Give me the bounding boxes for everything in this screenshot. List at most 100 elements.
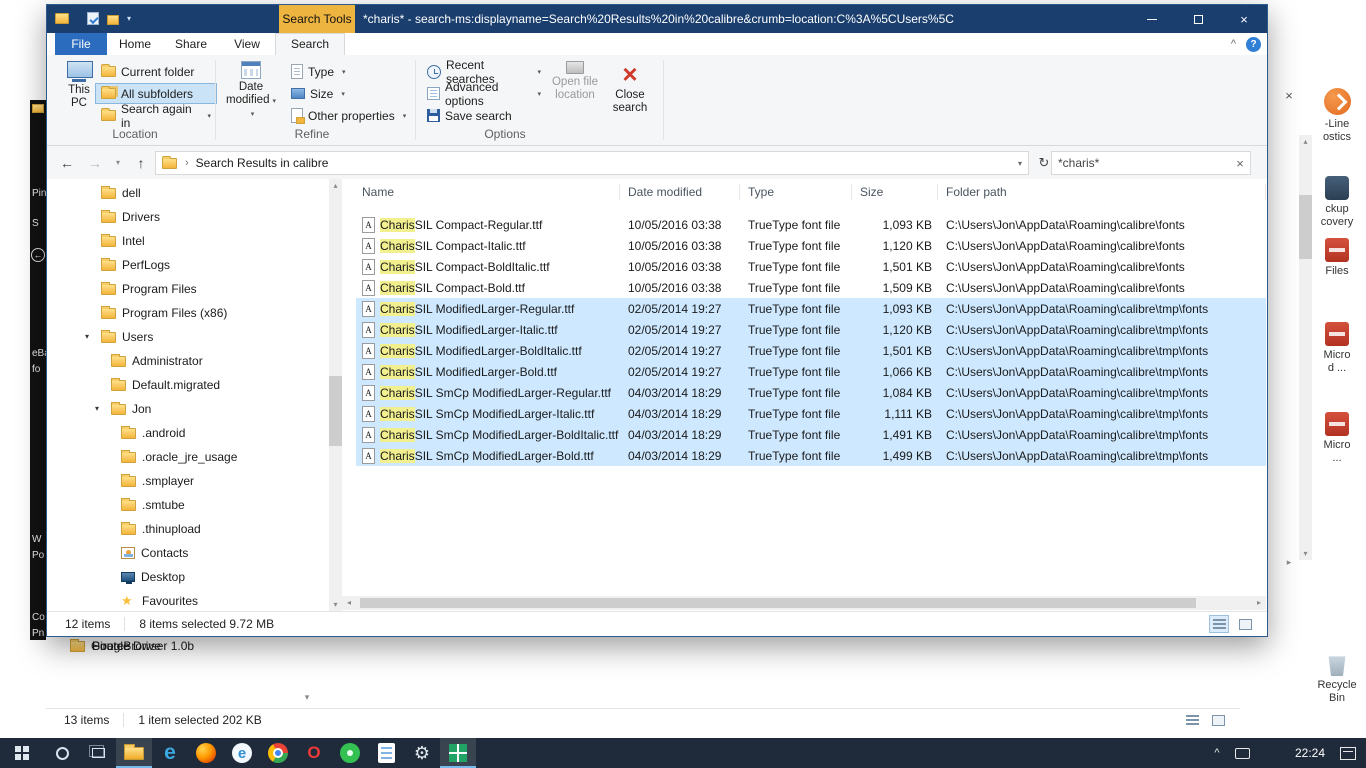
- SIL ModifiedLarger-Bold.ttf[interactable]: Charis SIL ModifiedLarger-Bold.ttf 02/05…: [356, 361, 1266, 382]
- maximize-button[interactable]: [1175, 5, 1221, 33]
- tree-item[interactable]: ▾ PerfLogs: [47, 253, 329, 277]
- taskbar-firefox[interactable]: [188, 738, 224, 768]
- back-button[interactable]: ←: [56, 152, 78, 174]
- column-header-name[interactable]: Name: [362, 184, 620, 200]
- SIL ModifiedLarger-Italic.ttf[interactable]: Charis SIL ModifiedLarger-Italic.ttf 02/…: [356, 319, 1266, 340]
- tree-item[interactable]: ▾ .thinupload: [47, 517, 329, 541]
- SIL Compact-Bold.ttf[interactable]: Charis SIL Compact-Bold.ttf 10/05/2016 0…: [356, 277, 1266, 298]
- SIL Compact-Regular.ttf[interactable]: Charis SIL Compact-Regular.ttf 10/05/201…: [356, 214, 1266, 235]
- taskbar-settings[interactable]: [404, 738, 440, 768]
- save-search-button[interactable]: Save search: [421, 105, 547, 126]
- breadcrumb-location[interactable]: Search Results in calibre: [196, 156, 329, 170]
- close-search-button[interactable]: Closesearch: [605, 58, 655, 126]
- background-window-close-button[interactable]: ×: [1280, 88, 1298, 104]
- tree-item[interactable]: ▾ Default.migrated: [47, 373, 329, 397]
- desktop-icon-eline[interactable]: -Line ostics: [1308, 88, 1366, 144]
- bg-item-source[interactable]: Source: [70, 634, 130, 658]
- scroll-down-icon[interactable]: ▾: [1299, 547, 1312, 560]
- tree-item[interactable]: ▾ Desktop: [47, 565, 329, 589]
- qat-properties-button[interactable]: [87, 12, 99, 25]
- taskbar-chrome[interactable]: [260, 738, 296, 768]
- horizontal-scrollbar[interactable]: ◂ ▸: [342, 596, 1266, 610]
- scrollbar-thumb[interactable]: [360, 598, 1196, 608]
- scroll-down-icon[interactable]: ▾: [329, 598, 342, 611]
- scroll-right-icon[interactable]: ▸: [1282, 555, 1296, 569]
- close-button[interactable]: ×: [1221, 5, 1267, 33]
- tree-item[interactable]: ▾ Favourites: [47, 589, 329, 611]
- search-input[interactable]: [1052, 156, 1230, 170]
- tree-item[interactable]: ▾ Program Files (x86): [47, 301, 329, 325]
- size-filter-button[interactable]: Size: [285, 83, 417, 104]
- start-button[interactable]: [0, 738, 44, 768]
- taskbar-file-explorer[interactable]: [116, 738, 152, 768]
- type-filter-button[interactable]: Type: [285, 61, 417, 82]
- tab-share[interactable]: Share: [163, 33, 219, 55]
- search-button[interactable]: [44, 738, 80, 768]
- desktop-icon-micro-1[interactable]: Micro d ...: [1308, 322, 1366, 375]
- column-header-folder-path[interactable]: Folder path: [946, 184, 1266, 200]
- SIL SmCp ModifiedLarger-Regular.ttf[interactable]: Charis SIL SmCp ModifiedLarger-Regular.t…: [356, 382, 1266, 403]
- tree-vertical-scrollbar[interactable]: ▴ ▾: [329, 179, 342, 611]
- taskbar-green-app[interactable]: [332, 738, 368, 768]
- current-folder-button[interactable]: Current folder: [95, 61, 217, 82]
- taskbar-clock[interactable]: 22:24: [1288, 746, 1332, 760]
- tab-file[interactable]: File: [55, 33, 107, 55]
- SIL ModifiedLarger-BoldItalic.ttf[interactable]: Charis SIL ModifiedLarger-BoldItalic.ttf…: [356, 340, 1266, 361]
- tree-item[interactable]: ▾ .android: [47, 421, 329, 445]
- scroll-right-icon[interactable]: ▸: [1252, 596, 1266, 610]
- tray-display-icon[interactable]: [1235, 747, 1250, 759]
- tree-item[interactable]: ▾ Drivers: [47, 205, 329, 229]
- details-view-button[interactable]: [1182, 711, 1202, 729]
- tree-item[interactable]: ▾ Contacts: [47, 541, 329, 565]
- other-properties-button[interactable]: Other properties: [285, 105, 417, 126]
- action-center-icon[interactable]: [1340, 746, 1356, 760]
- thumbnail-view-button[interactable]: [1208, 711, 1228, 729]
- minimize-button[interactable]: [1129, 5, 1175, 33]
- tree-item[interactable]: ▾ Administrator: [47, 349, 329, 373]
- tab-search[interactable]: Search: [275, 33, 345, 55]
- collapse-ribbon-button[interactable]: ^: [1231, 38, 1236, 50]
- title-bar[interactable]: ▾ Search Tools *charis* - search-ms:disp…: [47, 5, 1267, 33]
- tree-item[interactable]: ▾ Users: [47, 325, 329, 349]
- tray-show-hidden-icons-button[interactable]: ^: [1205, 747, 1229, 759]
- breadcrumb-bar[interactable]: › Search Results in calibre ▾: [155, 151, 1029, 175]
- thumbnail-view-button[interactable]: [1235, 615, 1255, 633]
- qat-customize-button[interactable]: ▾: [127, 14, 131, 23]
- tree-item[interactable]: ▾ .oracle_jre_usage: [47, 445, 329, 469]
- expander-icon[interactable]: ▾: [95, 397, 99, 421]
- SIL ModifiedLarger-Regular.ttf[interactable]: Charis SIL ModifiedLarger-Regular.ttf 02…: [356, 298, 1266, 319]
- taskbar-edge[interactable]: [152, 738, 188, 768]
- task-view-button[interactable]: [80, 738, 116, 768]
- column-header-size[interactable]: Size: [860, 184, 938, 200]
- open-file-location-button[interactable]: Open file location: [547, 58, 603, 126]
- tab-home[interactable]: Home: [107, 33, 163, 55]
- column-header-type[interactable]: Type: [748, 184, 852, 200]
- forward-button[interactable]: →: [84, 152, 106, 174]
- tab-view[interactable]: View: [219, 33, 275, 55]
- SIL Compact-BoldItalic.ttf[interactable]: Charis SIL Compact-BoldItalic.ttf 10/05/…: [356, 256, 1266, 277]
- advanced-options-button[interactable]: Advanced options: [421, 80, 547, 108]
- taskbar-notes-app[interactable]: [368, 738, 404, 768]
- scrollbar-thumb[interactable]: [329, 376, 342, 446]
- taskbar-green-grid-app[interactable]: [440, 738, 476, 768]
- desktop-icon-recycle-bin[interactable]: Recycle Bin: [1308, 652, 1366, 705]
- SIL SmCp ModifiedLarger-Italic.ttf[interactable]: Charis SIL SmCp ModifiedLarger-Italic.tt…: [356, 403, 1266, 424]
- tree-item[interactable]: ▾ .smtube: [47, 493, 329, 517]
- address-dropdown-icon[interactable]: ▾: [1018, 159, 1022, 168]
- up-button[interactable]: ↑: [130, 152, 152, 174]
- qat-new-folder-button[interactable]: [107, 14, 119, 25]
- SIL Compact-Italic.ttf[interactable]: Charis SIL Compact-Italic.ttf 10/05/2016…: [356, 235, 1266, 256]
- date-modified-button[interactable]: Date modified: [223, 58, 279, 126]
- desktop-icon-files[interactable]: Files: [1308, 238, 1366, 278]
- help-button[interactable]: ?: [1246, 36, 1261, 52]
- expander-icon[interactable]: ▾: [85, 325, 89, 349]
- desktop-icon-micro-2[interactable]: Micro ...: [1308, 412, 1366, 465]
- scroll-left-icon[interactable]: ◂: [342, 596, 356, 610]
- recent-locations-dropdown[interactable]: ▾: [111, 152, 125, 174]
- desktop-icon-backup[interactable]: ckup covery: [1308, 176, 1366, 229]
- scroll-up-icon[interactable]: ▴: [329, 179, 342, 192]
- taskbar-internet-explorer[interactable]: [224, 738, 260, 768]
- tree-item[interactable]: ▾ Jon: [47, 397, 329, 421]
- taskbar-opera[interactable]: [296, 738, 332, 768]
- scroll-down-icon[interactable]: ▾: [300, 690, 314, 704]
